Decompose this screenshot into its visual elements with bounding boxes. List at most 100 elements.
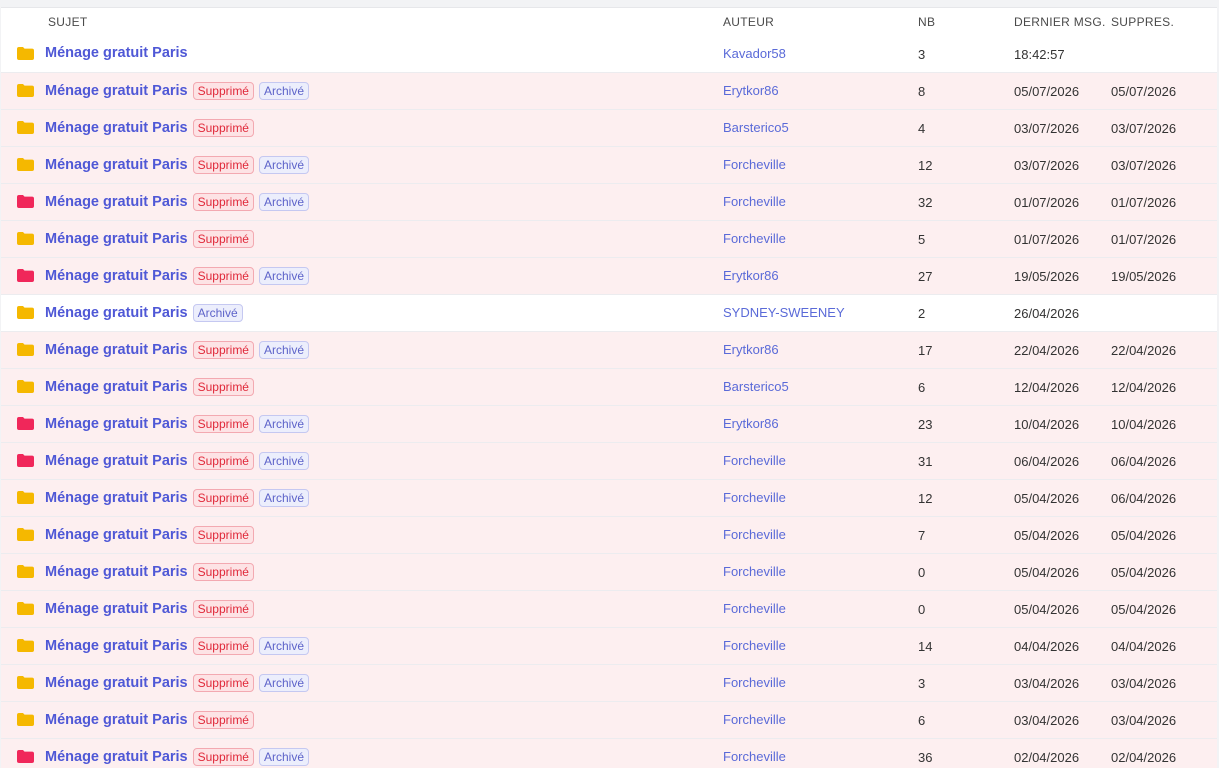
table-row[interactable]: Ménage gratuit Paris Supprimé Barsterico… bbox=[1, 110, 1217, 147]
table-row[interactable]: Ménage gratuit Paris Supprimé Archivé Er… bbox=[1, 73, 1217, 110]
topic-title-link[interactable]: Ménage gratuit Paris bbox=[45, 712, 188, 728]
topic-title-link[interactable]: Ménage gratuit Paris bbox=[45, 527, 188, 543]
topic-title-link[interactable]: Ménage gratuit Paris bbox=[45, 453, 188, 469]
topic-title-link[interactable]: Ménage gratuit Paris bbox=[45, 601, 188, 617]
table-row[interactable]: Ménage gratuit Paris Supprimé Archivé Er… bbox=[1, 332, 1217, 369]
folder-icon bbox=[17, 232, 34, 245]
topic-title-link[interactable]: Ménage gratuit Paris bbox=[45, 379, 188, 395]
message-count: 14 bbox=[918, 639, 933, 654]
table-row[interactable]: Ménage gratuit Paris Supprimé Forchevill… bbox=[1, 221, 1217, 258]
topic-title-link[interactable]: Ménage gratuit Paris bbox=[45, 120, 188, 136]
table-row[interactable]: Ménage gratuit Paris Kavador58 3 18:42:5… bbox=[1, 36, 1217, 73]
message-count: 36 bbox=[918, 750, 933, 765]
topic-subject: Ménage gratuit Paris Supprimé Archivé bbox=[45, 674, 309, 692]
topic-title-link[interactable]: Ménage gratuit Paris bbox=[45, 638, 188, 654]
message-count: 31 bbox=[918, 454, 933, 469]
deletion-date: 22/04/2026 bbox=[1111, 343, 1177, 358]
folder-icon bbox=[17, 84, 34, 97]
header-subject[interactable]: SUJET bbox=[48, 15, 88, 29]
table-row[interactable]: Ménage gratuit Paris Supprimé Forchevill… bbox=[1, 591, 1217, 628]
topic-title-link[interactable]: Ménage gratuit Paris bbox=[45, 305, 188, 321]
deletion-date: 03/07/2026 bbox=[1111, 158, 1177, 173]
deleted-badge: Supprimé bbox=[192, 156, 254, 174]
author-link[interactable]: Forcheville bbox=[723, 194, 786, 209]
topic-title-link[interactable]: Ménage gratuit Paris bbox=[45, 157, 188, 173]
topic-title-link[interactable]: Ménage gratuit Paris bbox=[45, 231, 188, 247]
author-link[interactable]: Forcheville bbox=[723, 564, 786, 579]
topic-title-link[interactable]: Ménage gratuit Paris bbox=[45, 749, 188, 765]
topic-subject: Ménage gratuit Paris Supprimé Archivé bbox=[45, 415, 309, 433]
deleted-badge: Supprimé bbox=[192, 82, 254, 100]
deleted-badge: Supprimé bbox=[192, 193, 254, 211]
table-row[interactable]: Ménage gratuit Paris Supprimé Archivé Fo… bbox=[1, 665, 1217, 702]
author-link[interactable]: Forcheville bbox=[723, 490, 786, 505]
topic-title-link[interactable]: Ménage gratuit Paris bbox=[45, 83, 188, 99]
deletion-date: 06/04/2026 bbox=[1111, 491, 1177, 506]
table-row[interactable]: Ménage gratuit Paris Supprimé Forchevill… bbox=[1, 554, 1217, 591]
topic-title-link[interactable]: Ménage gratuit Paris bbox=[45, 342, 188, 358]
table-row[interactable]: Ménage gratuit Paris Supprimé Barsterico… bbox=[1, 369, 1217, 406]
topic-title-link[interactable]: Ménage gratuit Paris bbox=[45, 490, 188, 506]
deleted-badge: Supprimé bbox=[192, 748, 254, 766]
last-message-date: 10/04/2026 bbox=[1014, 417, 1080, 432]
author-link[interactable]: Barsterico5 bbox=[723, 120, 789, 135]
table-row[interactable]: Ménage gratuit Paris Supprimé Archivé Er… bbox=[1, 258, 1217, 295]
author-link[interactable]: Forcheville bbox=[723, 638, 786, 653]
topic-title-link[interactable]: Ménage gratuit Paris bbox=[45, 45, 188, 61]
table-row[interactable]: Ménage gratuit Paris Supprimé Archivé Er… bbox=[1, 406, 1217, 443]
message-count: 6 bbox=[918, 380, 926, 395]
message-count: 17 bbox=[918, 343, 933, 358]
author-link[interactable]: Forcheville bbox=[723, 749, 786, 764]
folder-icon bbox=[17, 158, 34, 171]
topic-title-link[interactable]: Ménage gratuit Paris bbox=[45, 564, 188, 580]
author-link[interactable]: Barsterico5 bbox=[723, 379, 789, 394]
author-link[interactable]: Erytkor86 bbox=[723, 342, 779, 357]
author-link[interactable]: Kavador58 bbox=[723, 46, 786, 61]
table-row[interactable]: Ménage gratuit Paris Supprimé Archivé Fo… bbox=[1, 480, 1217, 517]
deleted-badge: Supprimé bbox=[192, 267, 254, 285]
table-row[interactable]: Ménage gratuit Paris Archivé SYDNEY-SWEE… bbox=[1, 295, 1217, 332]
deletion-date: 03/07/2026 bbox=[1111, 121, 1177, 136]
message-count: 2 bbox=[918, 306, 926, 321]
message-count: 4 bbox=[918, 121, 926, 136]
header-last-message[interactable]: DERNIER MSG. bbox=[1014, 15, 1106, 29]
deleted-badge: Supprimé bbox=[192, 119, 254, 137]
table-row[interactable]: Ménage gratuit Paris Supprimé Archivé Fo… bbox=[1, 184, 1217, 221]
table-row[interactable]: Ménage gratuit Paris Supprimé Archivé Fo… bbox=[1, 628, 1217, 665]
topic-list-panel: SUJET AUTEUR NB DERNIER MSG. SUPPRES. Mé… bbox=[1, 7, 1217, 768]
archived-badge: Archivé bbox=[258, 82, 309, 100]
table-row[interactable]: Ménage gratuit Paris Supprimé Archivé Fo… bbox=[1, 443, 1217, 480]
author-link[interactable]: Forcheville bbox=[723, 157, 786, 172]
message-count: 12 bbox=[918, 491, 933, 506]
author-link[interactable]: Forcheville bbox=[723, 675, 786, 690]
folder-icon bbox=[17, 121, 34, 134]
header-author[interactable]: AUTEUR bbox=[723, 15, 774, 29]
author-link[interactable]: Erytkor86 bbox=[723, 416, 779, 431]
header-nb[interactable]: NB bbox=[918, 15, 935, 29]
folder-icon bbox=[17, 454, 34, 467]
deletion-date: 02/04/2026 bbox=[1111, 750, 1177, 765]
author-link[interactable]: Forcheville bbox=[723, 712, 786, 727]
author-link[interactable]: Forcheville bbox=[723, 527, 786, 542]
author-link[interactable]: Erytkor86 bbox=[723, 83, 779, 98]
topic-title-link[interactable]: Ménage gratuit Paris bbox=[45, 675, 188, 691]
author-link[interactable]: Erytkor86 bbox=[723, 268, 779, 283]
table-row[interactable]: Ménage gratuit Paris Supprimé Forchevill… bbox=[1, 702, 1217, 739]
table-row[interactable]: Ménage gratuit Paris Supprimé Archivé Fo… bbox=[1, 147, 1217, 184]
topic-title-link[interactable]: Ménage gratuit Paris bbox=[45, 268, 188, 284]
folder-icon bbox=[17, 491, 34, 504]
deletion-date: 05/07/2026 bbox=[1111, 84, 1177, 99]
header-deletion[interactable]: SUPPRES. bbox=[1111, 15, 1174, 29]
table-row[interactable]: Ménage gratuit Paris Supprimé Archivé Fo… bbox=[1, 739, 1217, 768]
topic-title-link[interactable]: Ménage gratuit Paris bbox=[45, 194, 188, 210]
folder-icon bbox=[17, 306, 34, 319]
message-count: 5 bbox=[918, 232, 926, 247]
table-row[interactable]: Ménage gratuit Paris Supprimé Forchevill… bbox=[1, 517, 1217, 554]
topic-subject: Ménage gratuit Paris Supprimé bbox=[45, 119, 254, 137]
folder-icon bbox=[17, 676, 34, 689]
author-link[interactable]: Forcheville bbox=[723, 453, 786, 468]
author-link[interactable]: Forcheville bbox=[723, 231, 786, 246]
topic-title-link[interactable]: Ménage gratuit Paris bbox=[45, 416, 188, 432]
author-link[interactable]: Forcheville bbox=[723, 601, 786, 616]
author-link[interactable]: SYDNEY-SWEENEY bbox=[723, 305, 845, 320]
